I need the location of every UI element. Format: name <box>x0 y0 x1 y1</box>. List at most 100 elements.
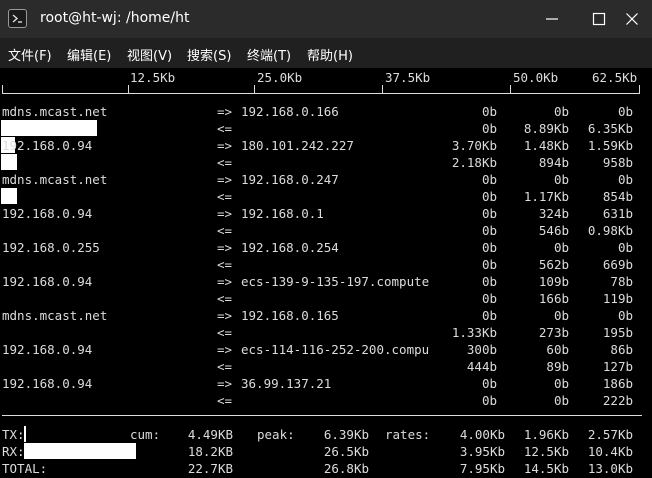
menu-view[interactable]: 视图(V) <box>127 45 172 64</box>
rx-bar <box>24 443 136 459</box>
total-rate-40s: 13.0Kb <box>587 461 633 476</box>
peak-value: 6.39Kb <box>323 427 369 442</box>
total-rate-2s: 3.95Kb <box>459 444 505 459</box>
rate-40s: 1.59Kb <box>587 138 633 153</box>
total-rate-10s: 12.5Kb <box>523 444 569 459</box>
cum-label: cum: <box>130 427 161 442</box>
scale-tick <box>510 85 511 93</box>
menu-search[interactable]: 搜索(S) <box>187 45 231 64</box>
rate-40s: 854b <box>602 189 633 204</box>
window-title: root@ht-wj: /home/ht <box>40 10 190 26</box>
flow-direction-out: => <box>217 274 233 289</box>
peak-value: 26.8Kb <box>323 461 369 476</box>
rate-10s: 546b <box>538 223 569 238</box>
rate-2s: 0b <box>481 104 497 119</box>
menu-help[interactable]: 帮助(H) <box>307 45 353 64</box>
rate-40s: 958b <box>602 155 633 170</box>
rate-2s: 0b <box>481 291 497 306</box>
scale-tick <box>382 85 383 93</box>
bandwidth-bar <box>1 154 17 170</box>
terminal-app-icon <box>8 9 27 28</box>
rate-10s: 60b <box>546 342 569 357</box>
flow-destination-host: 180.101.242.227 <box>241 138 354 153</box>
rate-2s: 0b <box>481 308 497 323</box>
rate-2s: 3.70Kb <box>451 138 497 153</box>
rate-2s: 0b <box>481 121 497 136</box>
flow-direction-out: => <box>217 172 233 187</box>
rate-2s: 2.18Kb <box>451 155 497 170</box>
flow-direction-in: <= <box>217 325 233 340</box>
flow-source-host: 192.168.0.255 <box>2 240 100 255</box>
cumulative-value: 4.49KB <box>187 427 233 442</box>
totals-separator <box>2 415 642 416</box>
flow-direction-out: => <box>217 104 233 119</box>
scale-tick <box>254 85 255 93</box>
rate-40s: 631b <box>602 206 633 221</box>
peak-label: peak: <box>257 427 295 442</box>
flow-source-host: 192.168.0.94 <box>2 376 93 391</box>
rate-40s: 0b <box>617 172 633 187</box>
rate-10s: 8.89Kb <box>523 121 569 136</box>
flow-direction-in: <= <box>217 121 233 136</box>
flow-destination-host: 36.99.137.21 <box>241 376 332 391</box>
peak-value: 26.5Kb <box>323 444 369 459</box>
menu-terminal[interactable]: 终端(T) <box>247 45 291 64</box>
rate-40s: 127b <box>602 359 633 374</box>
rate-40s: 6.35Kb <box>587 121 633 136</box>
rate-10s: 894b <box>538 155 569 170</box>
minimize-icon <box>546 18 558 20</box>
rate-10s: 0b <box>553 308 569 323</box>
rate-40s: 186b <box>602 376 633 391</box>
flow-source-host: mdns.mcast.net <box>2 308 108 323</box>
rate-40s: 86b <box>610 342 633 357</box>
title-bar: root@ht-wj: /home/ht <box>0 0 652 38</box>
total-rate-10s: 14.5Kb <box>523 461 569 476</box>
bandwidth-bar <box>1 188 17 204</box>
rate-40s: 0b <box>617 240 633 255</box>
close-button[interactable] <box>612 0 652 38</box>
total-rate-40s: 10.4Kb <box>587 444 633 459</box>
flow-destination-host: 192.168.0.254 <box>241 240 339 255</box>
flow-source-host: 192.168.0.94 <box>2 206 93 221</box>
rate-10s: 562b <box>538 257 569 272</box>
terminal-output[interactable]: 12.5Kb 25.0Kb 37.5Kb 50.0Kb 62.5Kb mdns.… <box>0 68 652 478</box>
rates-label: rates: <box>385 427 431 442</box>
rate-2s: 0b <box>481 393 497 408</box>
flow-direction-in: <= <box>217 291 233 306</box>
rate-2s: 1.33Kb <box>451 325 497 340</box>
rate-40s: 222b <box>602 393 633 408</box>
menu-edit[interactable]: 编辑(E) <box>67 45 111 64</box>
total-rate-40s: 2.57Kb <box>587 427 633 442</box>
rate-10s: 89b <box>546 359 569 374</box>
flow-direction-in: <= <box>217 223 233 238</box>
flow-source-host: 192.168.0.94 <box>2 342 93 357</box>
scale-tick <box>128 85 129 93</box>
totals-row-name: RX: <box>2 444 25 459</box>
rate-2s: 0b <box>481 257 497 272</box>
menu-file[interactable]: 文件(F) <box>8 45 52 64</box>
menu-bar: 文件(F) 编辑(E) 视图(V) 搜索(S) 终端(T) 帮助(H) <box>0 38 652 68</box>
rate-2s: 0b <box>481 274 497 289</box>
rate-2s: 0b <box>481 172 497 187</box>
rate-10s: 0b <box>553 240 569 255</box>
total-rate-2s: 7.95Kb <box>459 461 505 476</box>
flow-direction-out: => <box>217 240 233 255</box>
rate-10s: 1.48Kb <box>523 138 569 153</box>
rate-10s: 0b <box>553 104 569 119</box>
scale-label: 50.0Kb <box>513 70 559 85</box>
rate-2s: 444b <box>466 359 497 374</box>
rate-2s: 0b <box>481 240 497 255</box>
rate-10s: 0b <box>553 376 569 391</box>
rate-10s: 109b <box>538 274 569 289</box>
scale-label: 62.5Kb <box>592 70 638 85</box>
total-rate-2s: 4.00Kb <box>459 427 505 442</box>
rate-2s: 0b <box>481 206 497 221</box>
rate-40s: 195b <box>602 325 633 340</box>
flow-destination-host: 192.168.0.165 <box>241 308 339 323</box>
total-rate-10s: 1.96Kb <box>523 427 569 442</box>
minimize-button[interactable] <box>532 0 572 38</box>
flow-direction-in: <= <box>217 155 233 170</box>
flow-source-host: mdns.mcast.net <box>2 104 108 119</box>
rate-10s: 324b <box>538 206 569 221</box>
bandwidth-bar <box>1 120 97 136</box>
